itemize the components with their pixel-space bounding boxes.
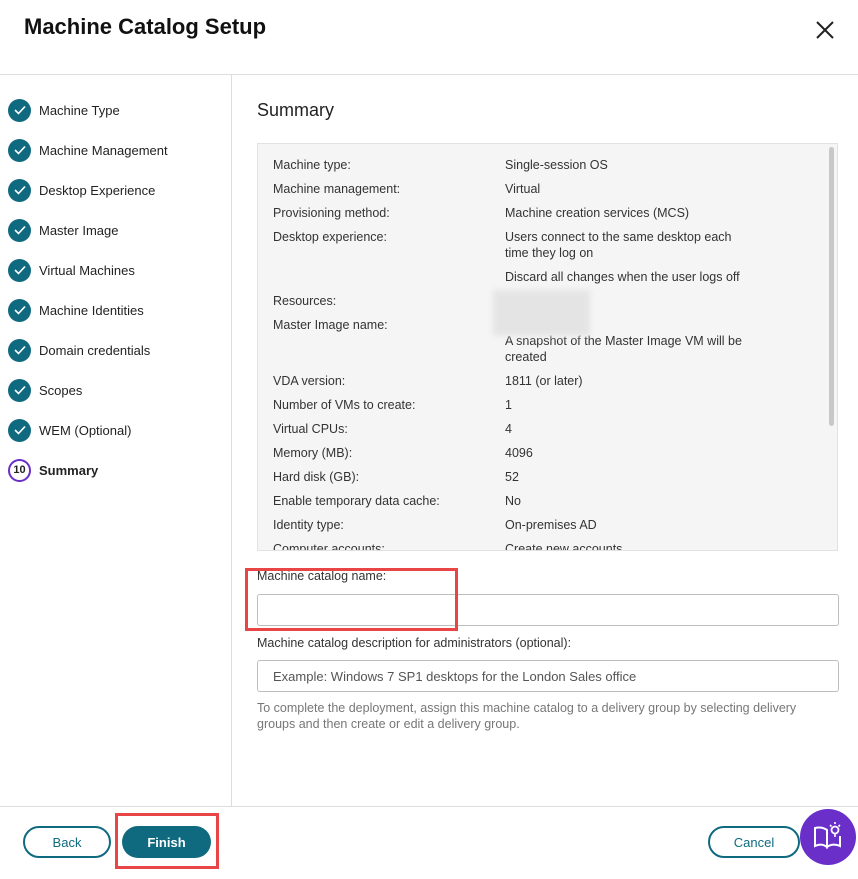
summary-label: Virtual CPUs:: [273, 422, 348, 436]
cancel-button[interactable]: Cancel: [708, 826, 800, 858]
step-domain-credentials[interactable]: Domain credentials: [8, 338, 150, 362]
checkmark-icon: [8, 298, 31, 322]
summary-value: 4096: [505, 446, 533, 460]
book-lightbulb-icon: [814, 822, 841, 849]
summary-label: Hard disk (GB):: [273, 470, 360, 484]
summary-label: Machine management:: [273, 182, 401, 196]
checkmark-icon: [8, 378, 31, 402]
summary-label: Number of VMs to create:: [273, 398, 416, 412]
summary-label: Master Image name:: [273, 318, 388, 332]
summary-value: Users connect to the same desktop each t…: [505, 230, 732, 260]
checkmark-icon: [8, 338, 31, 362]
summary-row: Computer accounts: Create new accounts: [273, 541, 813, 551]
summary-label: Enable temporary data cache:: [273, 494, 440, 508]
checkmark-icon: [8, 258, 31, 282]
catalog-description-label: Machine catalog description for administ…: [257, 636, 572, 650]
summary-value: 1811 (or later): [505, 374, 583, 388]
highlight-box: [245, 568, 458, 631]
summary-value: A snapshot of the Master Image VM will b…: [505, 334, 742, 364]
summary-label: Machine type:: [273, 158, 351, 172]
checkmark-icon: [8, 178, 31, 202]
step-label: Master Image: [39, 222, 119, 238]
step-summary[interactable]: 10 Summary: [8, 458, 98, 482]
step-master-image[interactable]: Master Image: [8, 218, 118, 242]
summary-row: Desktop experience: Users connect to the …: [273, 229, 813, 285]
divider: [0, 806, 858, 807]
step-machine-management[interactable]: Machine Management: [8, 138, 168, 162]
summary-value: No: [505, 494, 521, 508]
summary-row: Enable temporary data cache: No: [273, 493, 813, 509]
step-label: Machine Identities: [39, 302, 144, 318]
step-wem-optional[interactable]: WEM (Optional): [8, 418, 131, 442]
step-label: Scopes: [39, 382, 83, 398]
summary-row: Virtual CPUs: 4: [273, 421, 813, 437]
highlight-box: [115, 813, 219, 869]
scrollbar[interactable]: [829, 147, 834, 426]
step-virtual-machines[interactable]: Virtual Machines: [8, 258, 135, 282]
catalog-description-input[interactable]: [257, 660, 839, 692]
summary-value: Create new accounts: [505, 542, 623, 551]
summary-label: Memory (MB):: [273, 446, 353, 460]
step-label: WEM (Optional): [39, 422, 132, 438]
help-button[interactable]: [800, 809, 856, 865]
step-label: Machine Management: [39, 142, 168, 158]
summary-value: Discard all changes when the user logs o…: [505, 270, 740, 284]
close-icon[interactable]: [812, 17, 838, 43]
summary-row: Number of VMs to create: 1: [273, 397, 813, 413]
summary-label: Provisioning method:: [273, 206, 390, 220]
step-label: Machine Type: [39, 102, 120, 118]
step-machine-type[interactable]: Machine Type: [8, 98, 120, 122]
summary-value: Virtual: [505, 182, 541, 196]
checkmark-icon: [8, 98, 31, 122]
step-machine-identities[interactable]: Machine Identities: [8, 298, 144, 322]
dialog-title: Machine Catalog Setup: [24, 14, 267, 39]
summary-label: VDA version:: [273, 374, 346, 388]
step-label: Virtual Machines: [39, 262, 135, 278]
summary-row: Memory (MB): 4096: [273, 445, 813, 461]
checkmark-icon: [8, 138, 31, 162]
summary-row: Provisioning method: Machine creation ser…: [273, 205, 813, 221]
summary-value: On-premises AD: [505, 518, 597, 532]
summary-row: VDA version: 1811 (or later): [273, 373, 813, 389]
summary-value: 52: [505, 470, 519, 484]
summary-row: Machine management: Virtual: [273, 181, 813, 197]
step-scopes[interactable]: Scopes: [8, 378, 82, 402]
summary-heading: Summary: [257, 100, 335, 120]
summary-panel: Machine type: Single-session OS Machine ma…: [257, 143, 838, 551]
summary-label: Resources:: [273, 294, 337, 308]
summary-row: Identity type: On-premises AD: [273, 517, 813, 533]
summary-row: Machine type: Single-session OS: [273, 157, 813, 173]
step-label: Summary: [39, 462, 99, 478]
summary-value: Single-session OS: [505, 158, 608, 172]
wizard-steps: Machine Type Machine Management Desktop Ex…: [0, 75, 232, 806]
back-button[interactable]: Back: [23, 826, 111, 858]
checkmark-icon: [8, 418, 31, 442]
summary-label: Identity type:: [273, 518, 344, 532]
summary-row: Hard disk (GB): 52: [273, 469, 813, 485]
redacted-value: [493, 290, 590, 336]
checkmark-icon: [8, 218, 31, 242]
summary-value: Machine creation services (MCS): [505, 206, 690, 220]
step-label: Domain credentials: [39, 342, 151, 358]
summary-label: Desktop experience:: [273, 230, 387, 244]
summary-value: 4: [505, 422, 512, 436]
step-number: 10: [8, 458, 31, 482]
step-label: Desktop Experience: [39, 182, 156, 198]
step-desktop-experience[interactable]: Desktop Experience: [8, 178, 155, 202]
summary-label: Computer accounts:: [273, 542, 385, 551]
summary-value: 1: [505, 398, 512, 412]
hint-text: To complete the deployment, assign this …: [257, 701, 797, 731]
